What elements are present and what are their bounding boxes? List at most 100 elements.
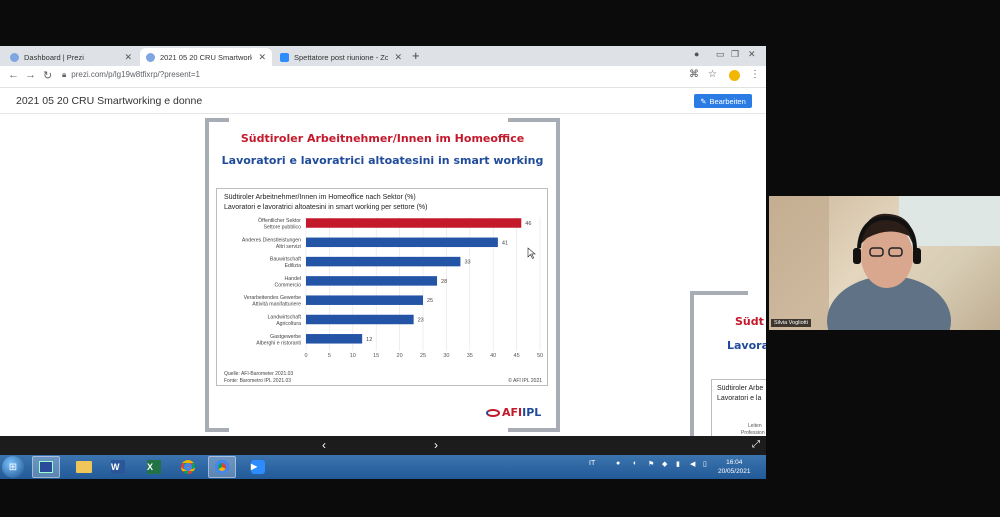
start-button[interactable]: ⊞ bbox=[2, 456, 24, 478]
edit-button[interactable]: ✎ Bearbeiten bbox=[694, 94, 752, 108]
close-tab-icon[interactable]: ✕ bbox=[258, 52, 266, 63]
x-tick-label: 50 bbox=[537, 353, 543, 359]
reload-icon[interactable]: ↻ bbox=[43, 69, 52, 82]
taskbar: ⊞ W X ▶ IT ● ◐ ⚑ ◆ ▮ ◀ ▯ 16:04 20/05/202… bbox=[0, 455, 766, 479]
slide-title-italian: Lavoratori e lavoratrici altoatesini in … bbox=[221, 154, 544, 167]
category-label: Attività manifatturiere bbox=[252, 302, 301, 308]
bar-value-label: 12 bbox=[366, 337, 372, 343]
taskbar-excel-icon[interactable]: X bbox=[140, 456, 168, 478]
desktop-screen: Dashboard | Prezi ✕ 2021 05 20 CRU Smart… bbox=[0, 0, 1000, 517]
category-label: Gastgewerbe bbox=[270, 334, 301, 340]
profile-avatar-icon[interactable] bbox=[729, 70, 740, 81]
next-slide-subtitle: Lavora bbox=[727, 339, 766, 352]
bar-value-label: 28 bbox=[441, 279, 447, 285]
bar-value-label: 33 bbox=[464, 260, 470, 266]
x-tick-label: 30 bbox=[443, 353, 449, 359]
next-slide-title: Südt bbox=[735, 315, 764, 328]
x-tick-label: 40 bbox=[490, 353, 496, 359]
category-label: Verarbeitendes Gewerbe bbox=[244, 295, 302, 301]
prezi-header: 2021 05 20 CRU Smartworking e donne ✎ Be… bbox=[0, 88, 766, 114]
x-tick-label: 15 bbox=[373, 353, 379, 359]
taskbar-chrome-icon[interactable] bbox=[174, 456, 202, 478]
next-slide-chart: Südtiroler Arbe Lavoratori e la Leiten P… bbox=[711, 379, 766, 437]
taskbar-zoom-icon[interactable]: ▶ bbox=[244, 456, 272, 478]
help-icon[interactable]: ● bbox=[616, 460, 620, 467]
x-tick-label: 25 bbox=[420, 353, 426, 359]
pencil-icon: ✎ bbox=[700, 96, 707, 106]
tab-zoom[interactable]: Spettatore post riunione - Zoom ✕ bbox=[274, 48, 408, 66]
forward-icon[interactable]: → bbox=[25, 69, 36, 81]
tab-dashboard-prezi[interactable]: Dashboard | Prezi ✕ bbox=[4, 48, 138, 66]
next-chart-label: Leiten bbox=[748, 423, 762, 429]
maximize-icon[interactable]: ❐ bbox=[731, 49, 739, 60]
presentation-title: 2021 05 20 CRU Smartworking e donne bbox=[16, 95, 203, 107]
category-label: Handel bbox=[285, 276, 301, 282]
shield-tray-icon[interactable]: ◆ bbox=[662, 460, 667, 468]
chart-bar bbox=[306, 218, 522, 228]
lock-icon: 🔒︎ bbox=[62, 70, 67, 79]
participant-video[interactable]: Silvia Vogliotti bbox=[769, 196, 1000, 330]
language-indicator[interactable]: IT bbox=[589, 460, 595, 467]
url-field[interactable]: 🔒︎ prezi.com/p/lg19w8tfixrp/?present=1 bbox=[62, 70, 200, 80]
bar-value-label: 23 bbox=[418, 318, 424, 324]
slide-title-german: Südtiroler Arbeitnehmer/Innen im Homeoff… bbox=[240, 132, 525, 145]
back-icon[interactable]: ← bbox=[8, 69, 19, 81]
taskbar-chrome-active-icon[interactable] bbox=[208, 456, 236, 478]
category-label: Landwirtschaft bbox=[268, 315, 302, 321]
close-tab-icon[interactable]: ✕ bbox=[124, 52, 132, 63]
chart-bar bbox=[306, 256, 461, 267]
new-tab-icon[interactable]: + bbox=[412, 48, 420, 63]
close-tab-icon[interactable]: ✕ bbox=[394, 52, 402, 63]
taskbar-word-icon[interactable]: W bbox=[104, 456, 132, 478]
chart-copyright: © AFI IPL 2021 bbox=[508, 378, 542, 384]
chart-source-german: Quelle: AFI-Barometer 2021.03 bbox=[224, 371, 294, 377]
taskbar-network-app-icon[interactable] bbox=[32, 456, 60, 478]
x-tick-label: 5 bbox=[328, 353, 331, 359]
next-slide-icon[interactable]: › bbox=[434, 438, 438, 452]
category-label: Anderes Dienstleistungen bbox=[242, 237, 301, 243]
taskbar-explorer-icon[interactable] bbox=[70, 456, 98, 478]
address-bar: ← → ↻ 🔒︎ prezi.com/p/lg19w8tfixrp/?presen… bbox=[0, 66, 766, 88]
tab-bar: Dashboard | Prezi ✕ 2021 05 20 CRU Smart… bbox=[0, 46, 766, 66]
zoom-favicon-icon bbox=[280, 52, 289, 62]
signal-tray-icon[interactable]: ▮ bbox=[676, 460, 680, 468]
close-window-icon[interactable]: ✕ bbox=[748, 49, 756, 60]
bookmark-star-icon[interactable]: ☆ bbox=[708, 69, 717, 80]
clock-time: 16:04 bbox=[726, 459, 743, 466]
presentation-nav-bar: ‹ › ⤢ bbox=[0, 436, 766, 455]
flag-tray-icon[interactable]: ⚑ bbox=[648, 460, 654, 468]
volume-icon[interactable]: ◀ bbox=[690, 460, 695, 468]
bar-value-label: 25 bbox=[427, 298, 433, 304]
chart-plot: 0 5 10 15 20 25 30 35 40 45 50 46 Öffentlicher Sekto… bbox=[242, 217, 543, 359]
browser-window: Dashboard | Prezi ✕ 2021 05 20 CRU Smart… bbox=[0, 46, 766, 437]
fullscreen-icon[interactable]: ⤢ bbox=[752, 439, 760, 450]
category-label: Settore pubblico bbox=[264, 225, 302, 231]
x-tick-label: 20 bbox=[397, 353, 403, 359]
x-tick-label: 35 bbox=[467, 353, 473, 359]
category-label: Altri servizi bbox=[276, 244, 301, 250]
menu-dots-icon[interactable]: ⋮ bbox=[750, 69, 760, 80]
bar-value-label: 46 bbox=[525, 221, 531, 227]
system-clock[interactable]: 16:04 20/05/2021 bbox=[718, 458, 751, 476]
network-tray-icon[interactable]: ◐ bbox=[633, 460, 637, 467]
category-label: Alberghi e ristoranti bbox=[256, 340, 301, 346]
chart-source-italian: Fonte: Barometro IPL 2021.03 bbox=[224, 378, 292, 384]
participant-video-feed bbox=[769, 196, 1000, 330]
prezi-favicon-icon bbox=[10, 52, 19, 62]
previous-slide-icon[interactable]: ‹ bbox=[322, 438, 326, 452]
x-tick-label: 0 bbox=[304, 353, 307, 359]
category-label: Öffentlicher Sektor bbox=[258, 217, 301, 224]
tab-prezi-presentation[interactable]: 2021 05 20 CRU Smartworking e ✕ bbox=[140, 48, 272, 66]
next-slide-preview[interactable]: Südt Lavora Südtiroler Arbe Lavoratori e… bbox=[690, 291, 766, 437]
media-control-icon[interactable]: ● bbox=[694, 49, 699, 59]
chart-bar bbox=[306, 237, 498, 248]
presentation-slide: Südtiroler Arbeitnehmer/Innen im Homeoff… bbox=[205, 118, 560, 432]
chart-bar bbox=[306, 295, 423, 305]
battery-icon[interactable]: ▯ bbox=[703, 460, 707, 468]
chart-bar bbox=[306, 276, 438, 286]
translate-icon[interactable]: ⌘ bbox=[689, 69, 699, 80]
next-chart-title-italian: Lavoratori e la bbox=[717, 395, 762, 402]
prezi-favicon-icon bbox=[146, 52, 155, 62]
bar-value-label: 41 bbox=[502, 240, 508, 246]
minimize-icon[interactable]: ▭ bbox=[716, 49, 725, 60]
